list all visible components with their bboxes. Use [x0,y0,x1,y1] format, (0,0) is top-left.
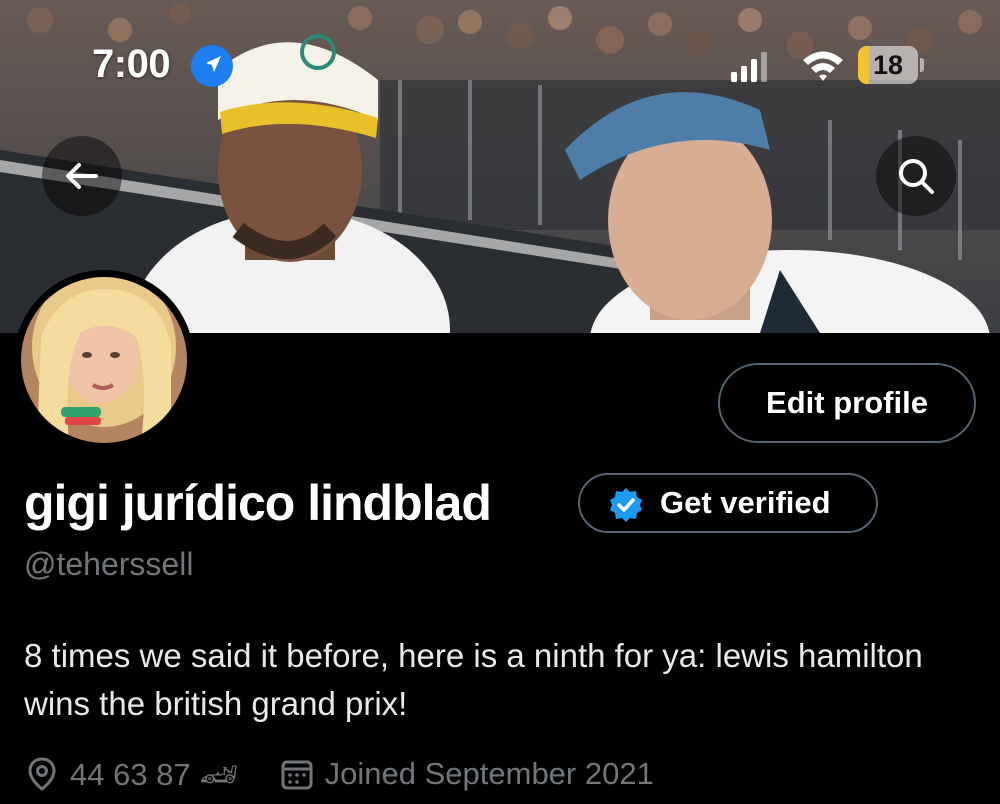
display-name: gigi jurídico lindblad [24,475,492,531]
back-button[interactable] [42,136,122,216]
handle: @teherssell [24,546,194,582]
cellular-signal-icon [731,52,767,82]
search-icon [899,159,934,194]
battery-indicator: 18 [858,46,924,84]
status-bar: 7:00 18 [0,0,1000,110]
battery-percent: 18 [872,50,904,80]
get-verified-button[interactable]: Get verified [578,473,878,533]
location-arrow-icon [191,45,233,87]
location-item: 44 63 87 🏎 [24,756,239,793]
get-verified-label: Get verified [660,485,831,520]
verified-badge-icon [610,488,642,522]
profile-meta: 44 63 87 🏎 Joined September 2021 [24,752,694,796]
wifi-icon [803,51,843,81]
bio: 8 times we said it before, here is a nin… [24,637,923,722]
status-time: 7:00 [92,42,171,86]
location-pin-icon [28,757,56,791]
edit-profile-button[interactable]: Edit profile [718,363,976,443]
calendar-icon [281,760,313,790]
joined-text: Joined September 2021 [324,756,654,791]
joined-item: Joined September 2021 [279,756,654,792]
avatar-image [21,277,187,443]
location-text: 44 63 87 🏎 [70,756,239,792]
arrow-left-icon [66,163,98,189]
search-button[interactable] [876,136,956,216]
avatar[interactable] [14,270,194,450]
